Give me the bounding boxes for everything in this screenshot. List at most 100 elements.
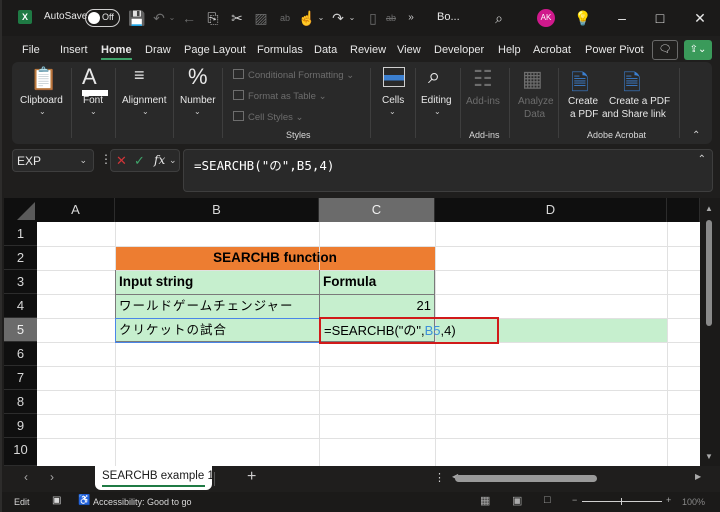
tab-view[interactable]: View xyxy=(397,44,421,56)
tab-review[interactable]: Review xyxy=(350,44,386,56)
analyze-data-button[interactable]: ▦ Analyze Data xyxy=(510,62,558,144)
create-pdf-label-1[interactable]: Create xyxy=(568,96,598,108)
cell-c3[interactable]: Formula xyxy=(320,270,435,294)
row-header-10[interactable]: 10 xyxy=(4,438,37,466)
row-header-2[interactable]: 2 xyxy=(4,246,37,270)
create-share-label-1[interactable]: Create a PDF xyxy=(609,96,670,108)
create-share-label-2[interactable]: and Share link xyxy=(602,109,666,121)
vertical-scroll-thumb[interactable] xyxy=(706,220,712,326)
font-group[interactable]: A Font ⌄ xyxy=(72,62,115,144)
save-icon[interactable]: 💾 xyxy=(128,9,146,27)
next-sheet-icon[interactable]: › xyxy=(50,470,54,484)
tab-insert[interactable]: Insert xyxy=(60,44,88,56)
row-header-5[interactable]: 5 xyxy=(4,318,37,342)
scroll-down-icon[interactable]: ▼ xyxy=(705,452,713,461)
lightbulb-icon[interactable]: 💡 xyxy=(574,9,592,27)
macro-recording-icon[interactable]: ▣ xyxy=(52,495,61,506)
tab-page-layout[interactable]: Page Layout xyxy=(184,44,246,56)
undo-dropdown-icon[interactable]: ⌄ xyxy=(163,9,181,27)
row-header-4[interactable]: 4 xyxy=(4,294,37,318)
worksheet-grid[interactable]: A B C D 1 2 3 4 5 6 7 8 9 10 SEARCHB fun… xyxy=(4,198,700,466)
format-as-table-button[interactable]: Format as Table ⌄ xyxy=(233,90,327,102)
enter-icon[interactable]: ✓ xyxy=(134,153,145,169)
cells-group[interactable]: Cells ⌄ xyxy=(371,62,415,144)
editing-group[interactable]: ⌕ Editing ⌄ xyxy=(416,62,460,144)
maximize-button[interactable]: □ xyxy=(650,8,670,28)
tab-help[interactable]: Help xyxy=(498,44,521,56)
document-title[interactable]: Bo... xyxy=(437,11,460,23)
column-header-e[interactable] xyxy=(667,198,700,222)
user-avatar[interactable]: AK xyxy=(537,9,555,27)
column-header-a[interactable]: A xyxy=(37,198,115,222)
chevron-down-icon[interactable]: ⌄ xyxy=(169,155,177,166)
horizontal-scroll-thumb[interactable] xyxy=(455,475,597,482)
row-header-9[interactable]: 9 xyxy=(4,414,37,438)
cut-icon[interactable]: ✂ xyxy=(228,9,246,27)
new-file-icon[interactable]: ▯ xyxy=(364,9,382,27)
tab-file[interactable]: File xyxy=(22,44,40,56)
cell-b2[interactable]: SEARCHB function xyxy=(115,246,435,270)
tab-data[interactable]: Data xyxy=(314,44,337,56)
tab-draw[interactable]: Draw xyxy=(145,44,171,56)
tab-formulas[interactable]: Formulas xyxy=(257,44,303,56)
insert-function-icon[interactable]: fx xyxy=(154,153,165,167)
touch-dropdown-icon[interactable]: ⌄ xyxy=(312,9,330,27)
column-header-b[interactable]: B xyxy=(115,198,319,222)
alignment-group[interactable]: ≡ Alignment ⌄ xyxy=(116,62,174,144)
active-cell-c5[interactable]: =SEARCHB("の",B5,4) xyxy=(319,317,499,344)
zoom-level[interactable]: 100% xyxy=(682,497,705,507)
close-button[interactable]: ✕ xyxy=(690,8,710,28)
cancel-icon[interactable]: ✕ xyxy=(116,153,127,169)
cell-styles-button[interactable]: Cell Styles ⌄ xyxy=(233,111,303,123)
row-header-7[interactable]: 7 xyxy=(4,366,37,390)
cell-b3[interactable]: Input string xyxy=(116,270,319,294)
search-icon[interactable]: ⌕ xyxy=(490,9,508,27)
accessibility-icon[interactable]: ♿ xyxy=(78,495,90,506)
image-icon[interactable]: ▨ xyxy=(252,9,270,27)
row-header-6[interactable]: 6 xyxy=(4,342,37,366)
conditional-formatting-button[interactable]: Conditional Formatting ⌄ xyxy=(233,69,354,81)
tab-developer[interactable]: Developer xyxy=(434,44,484,56)
column-header-c[interactable]: C xyxy=(319,198,435,222)
normal-view-icon[interactable]: ▦ xyxy=(480,494,490,507)
select-all-button[interactable] xyxy=(4,198,37,222)
add-sheet-button[interactable]: + xyxy=(247,468,256,486)
formula-input[interactable]: =SEARCHB("の",B5,4) ⌃ xyxy=(183,149,713,192)
accessibility-status[interactable]: Accessibility: Good to go xyxy=(93,497,192,507)
spelling-icon[interactable]: ab xyxy=(276,9,294,27)
cell-b5[interactable]: クリケットの試合 xyxy=(116,318,319,342)
page-break-view-icon[interactable]: □ xyxy=(544,494,551,506)
horizontal-scrollbar[interactable] xyxy=(455,475,667,483)
zoom-slider-thumb[interactable] xyxy=(621,498,622,505)
create-pdf-label-2[interactable]: a PDF xyxy=(570,109,598,121)
tab-power-pivot[interactable]: Power Pivot xyxy=(585,44,644,56)
cell-c4[interactable]: 21 xyxy=(320,294,435,318)
sheet-tab-searchb-example-1[interactable]: SEARCHB example 1 xyxy=(95,466,214,490)
redo-dropdown-icon[interactable]: ⌄ xyxy=(343,9,361,27)
strikethrough-icon[interactable]: ab xyxy=(382,9,400,27)
copy-icon[interactable]: ⎘ xyxy=(204,9,222,27)
tab-home[interactable]: Home xyxy=(101,44,132,60)
tab-acrobat[interactable]: Acrobat xyxy=(533,44,571,56)
zoom-slider[interactable] xyxy=(582,498,662,505)
row-header-8[interactable]: 8 xyxy=(4,390,37,414)
expand-formula-bar-icon[interactable]: ⌃ xyxy=(698,154,706,165)
add-ins-button[interactable]: Add-ins xyxy=(466,96,500,108)
number-group[interactable]: % Number ⌄ xyxy=(174,62,222,144)
more-commands-icon[interactable]: » xyxy=(402,9,420,27)
zoom-in-button[interactable]: + xyxy=(666,495,671,505)
row-header-1[interactable]: 1 xyxy=(4,222,37,246)
minimize-button[interactable]: – xyxy=(612,8,632,28)
share-button[interactable]: ⇪⌄ xyxy=(684,40,712,60)
vertical-scrollbar[interactable]: ▲ ▼ xyxy=(700,198,720,466)
autosave-toggle[interactable]: Off xyxy=(85,9,120,27)
scroll-right-icon[interactable]: ▶ xyxy=(695,472,701,481)
zoom-out-button[interactable]: − xyxy=(572,495,577,505)
name-box[interactable]: EXP ⌄ xyxy=(12,149,94,172)
cell-b4[interactable]: ワールドゲームチェンジャー xyxy=(116,294,319,318)
collapse-ribbon-icon[interactable]: ⌃ xyxy=(692,130,700,141)
column-header-d[interactable]: D xyxy=(435,198,667,222)
tab-split-handle[interactable]: ⋮ xyxy=(434,471,445,484)
clipboard-group[interactable]: 📋 Clipboard ⌄ xyxy=(12,62,72,144)
scroll-up-icon[interactable]: ▲ xyxy=(705,204,713,213)
